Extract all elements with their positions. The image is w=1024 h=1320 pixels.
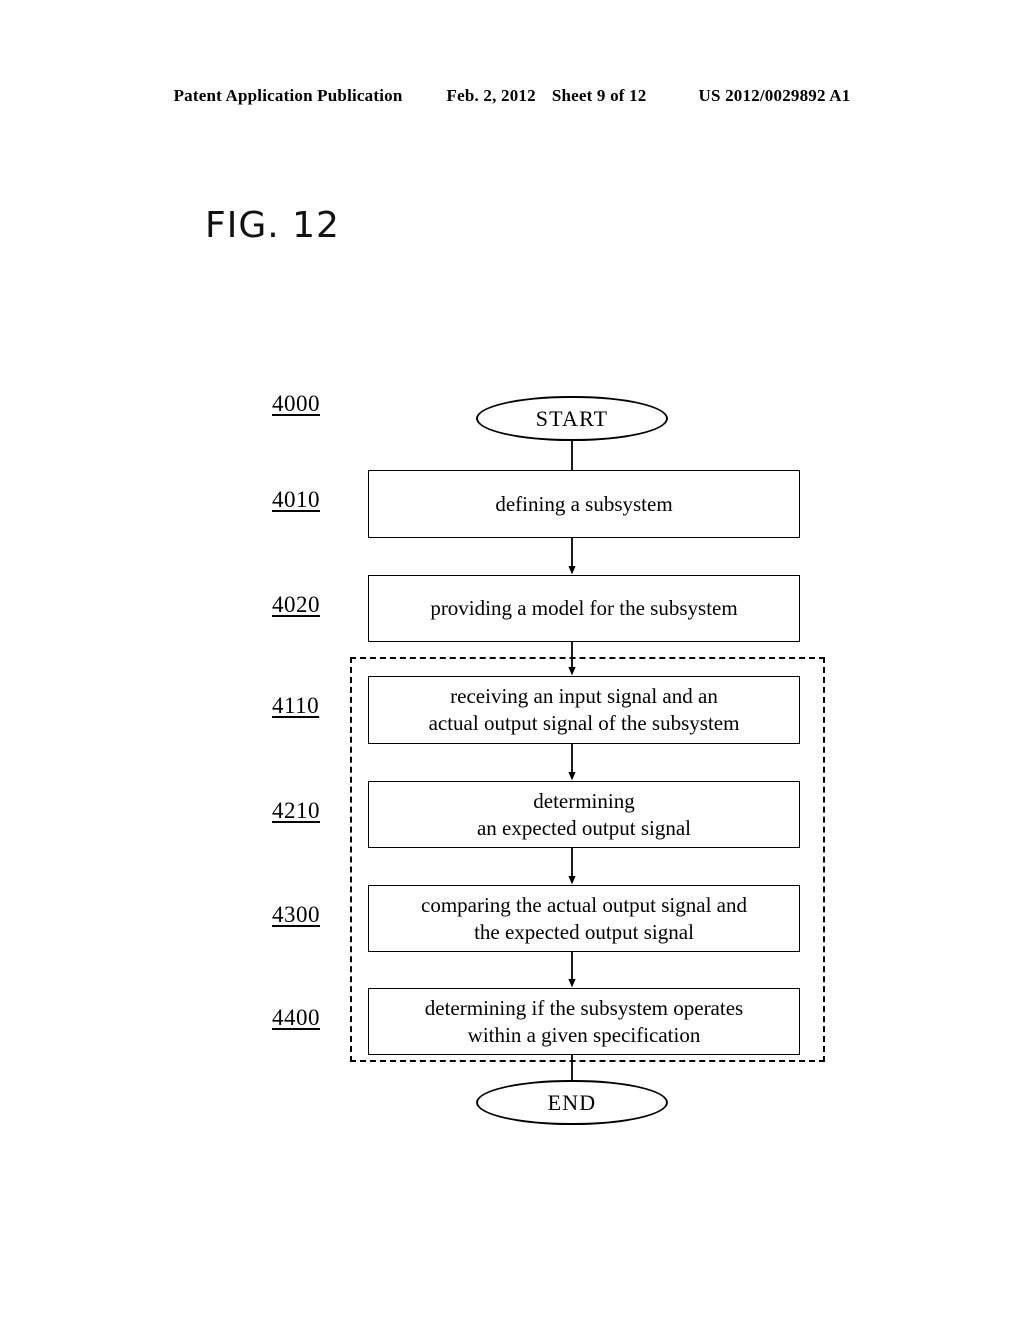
- flowchart-node-4110: receiving an input signal and an actual …: [368, 676, 800, 744]
- reference-numeral-4400: 4400: [272, 1005, 320, 1030]
- flowchart-node-4400: determining if the subsystem operates wi…: [368, 988, 800, 1055]
- flowchart-node-end: END: [476, 1080, 668, 1125]
- flowchart-node-4010: defining a subsystem: [368, 470, 800, 538]
- flowchart-node-4300: comparing the actual output signal and t…: [368, 885, 800, 952]
- reference-numeral-4300: 4300: [272, 902, 320, 927]
- node-4300-label: comparing the actual output signal and t…: [421, 892, 747, 944]
- flowchart-node-4020: providing a model for the subsystem: [368, 575, 800, 642]
- flowchart-diagram: 4000 4010 4020 4110 4210 4300 4400 START…: [0, 0, 1024, 1320]
- reference-numeral-4110: 4110: [272, 693, 320, 718]
- flowchart-node-4210: determining an expected output signal: [368, 781, 800, 848]
- start-node-label: START: [535, 405, 609, 431]
- end-node-label: END: [547, 1089, 597, 1115]
- flowchart-connectors: [568, 440, 576, 1081]
- reference-numeral-4020: 4020: [272, 592, 320, 617]
- node-4020-label: providing a model for the subsystem: [430, 596, 738, 621]
- node-4010-label: defining a subsystem: [495, 491, 673, 516]
- node-4400-label: determining if the subsystem operates wi…: [424, 995, 744, 1047]
- reference-numeral-4000: 4000: [272, 391, 320, 416]
- flowchart-node-start: START: [476, 396, 668, 441]
- reference-numeral-4210: 4210: [272, 798, 320, 823]
- reference-numeral-4010: 4010: [272, 487, 320, 512]
- node-4210-label: determining an expected output signal: [476, 788, 692, 840]
- node-4110-label: receiving an input signal and an actual …: [428, 684, 740, 735]
